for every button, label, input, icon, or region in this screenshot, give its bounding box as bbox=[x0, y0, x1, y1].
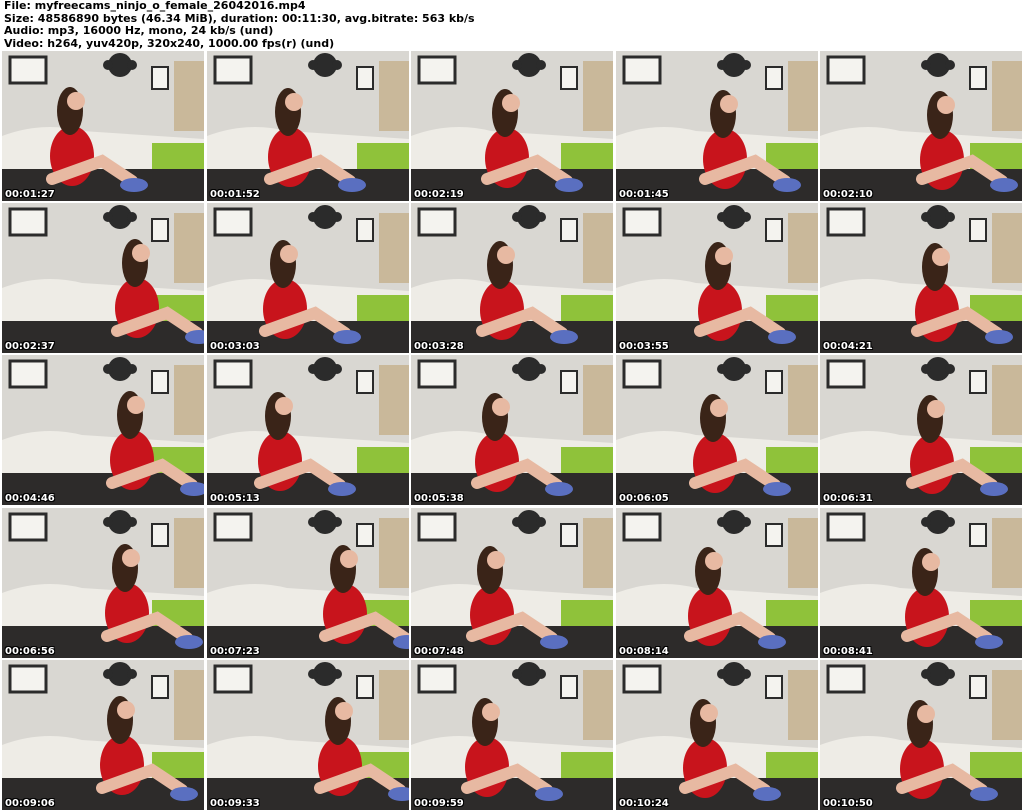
scene-image bbox=[207, 355, 409, 505]
video-thumbnail: 00:10:24 bbox=[616, 660, 818, 810]
video-thumbnail: 00:02:19 bbox=[411, 51, 613, 201]
video-thumbnail: 00:04:21 bbox=[820, 203, 1022, 353]
scene-image bbox=[411, 51, 613, 201]
thumbnail-timestamp: 00:04:46 bbox=[5, 493, 55, 504]
thumbnail-timestamp: 00:02:19 bbox=[414, 189, 464, 200]
video-thumbnail: 00:05:38 bbox=[411, 355, 613, 505]
scene-image bbox=[207, 660, 409, 810]
video-thumbnail: 00:02:37 bbox=[2, 203, 204, 353]
video-thumbnail: 00:04:46 bbox=[2, 355, 204, 505]
scene-image bbox=[411, 355, 613, 505]
thumbnail-timestamp: 00:06:31 bbox=[823, 493, 873, 504]
file-name-line: File: myfreecams_ninjo_o_female_26042016… bbox=[4, 0, 306, 12]
video-thumbnail: 00:03:28 bbox=[411, 203, 613, 353]
file-info-header: File: myfreecams_ninjo_o_female_26042016… bbox=[4, 0, 1020, 50]
video-thumbnail: 00:02:10 bbox=[820, 51, 1022, 201]
thumbnail-timestamp: 00:07:48 bbox=[414, 646, 464, 657]
video-thumbnail: 00:08:41 bbox=[820, 508, 1022, 658]
scene-image bbox=[207, 203, 409, 353]
thumbnail-timestamp: 00:10:50 bbox=[823, 798, 873, 809]
video-thumbnail: 00:06:31 bbox=[820, 355, 1022, 505]
thumbnail-timestamp: 00:08:41 bbox=[823, 646, 873, 657]
video-thumbnail: 00:09:59 bbox=[411, 660, 613, 810]
video-thumbnail: 00:09:06 bbox=[2, 660, 204, 810]
thumbnail-timestamp: 00:02:37 bbox=[5, 341, 55, 352]
thumbnail-timestamp: 00:09:59 bbox=[414, 798, 464, 809]
scene-image bbox=[820, 660, 1022, 810]
scene-image bbox=[411, 660, 613, 810]
thumbnail-timestamp: 00:01:52 bbox=[210, 189, 260, 200]
scene-image bbox=[207, 508, 409, 658]
scene-image bbox=[616, 51, 818, 201]
thumbnail-grid: 00:01:27 00:01:52 00:02:19 00:01:45 00:02:10… bbox=[0, 50, 1024, 811]
thumbnail-timestamp: 00:09:33 bbox=[210, 798, 260, 809]
video-thumbnail: 00:01:45 bbox=[616, 51, 818, 201]
video-info-line: Video: h264, yuv420p, 320x240, 1000.00 f… bbox=[4, 36, 335, 50]
thumbnail-timestamp: 00:06:56 bbox=[5, 646, 55, 657]
video-thumbnail: 00:03:03 bbox=[207, 203, 409, 353]
scene-image bbox=[820, 51, 1022, 201]
thumbnail-timestamp: 00:07:23 bbox=[210, 646, 260, 657]
scene-image bbox=[2, 660, 204, 810]
video-thumbnail: 00:01:52 bbox=[207, 51, 409, 201]
scene-image bbox=[820, 203, 1022, 353]
scene-image bbox=[207, 51, 409, 201]
thumbnail-timestamp: 00:10:24 bbox=[619, 798, 669, 809]
thumbnail-timestamp: 00:08:14 bbox=[619, 646, 669, 657]
thumbnail-timestamp: 00:06:05 bbox=[619, 493, 669, 504]
scene-image bbox=[616, 355, 818, 505]
thumbnail-timestamp: 00:03:03 bbox=[210, 341, 260, 352]
scene-image bbox=[2, 51, 204, 201]
thumbnail-timestamp: 00:05:38 bbox=[414, 493, 464, 504]
thumbnail-timestamp: 00:01:45 bbox=[619, 189, 669, 200]
scene-image bbox=[2, 355, 204, 505]
video-thumbnail: 00:03:55 bbox=[616, 203, 818, 353]
video-thumbnail: 00:10:50 bbox=[820, 660, 1022, 810]
thumbnail-timestamp: 00:02:10 bbox=[823, 189, 873, 200]
video-thumbnail: 00:08:14 bbox=[616, 508, 818, 658]
thumbnail-timestamp: 00:04:21 bbox=[823, 341, 873, 352]
thumbnail-timestamp: 00:01:27 bbox=[5, 189, 55, 200]
scene-image bbox=[616, 508, 818, 658]
scene-image bbox=[820, 355, 1022, 505]
thumbnail-timestamp: 00:03:55 bbox=[619, 341, 669, 352]
thumbnail-timestamp: 00:03:28 bbox=[414, 341, 464, 352]
thumbnail-timestamp: 00:09:06 bbox=[5, 798, 55, 809]
video-thumbnail: 00:05:13 bbox=[207, 355, 409, 505]
video-thumbnail: 00:07:48 bbox=[411, 508, 613, 658]
video-thumbnail: 00:06:56 bbox=[2, 508, 204, 658]
scene-image bbox=[616, 660, 818, 810]
video-thumbnail: 00:06:05 bbox=[616, 355, 818, 505]
scene-image bbox=[411, 508, 613, 658]
scene-image bbox=[2, 203, 204, 353]
scene-image bbox=[411, 203, 613, 353]
scene-image bbox=[820, 508, 1022, 658]
audio-info-line: Audio: mp3, 16000 Hz, mono, 24 kb/s (und… bbox=[4, 24, 274, 37]
video-thumbnail: 00:01:27 bbox=[2, 51, 204, 201]
scene-image bbox=[616, 203, 818, 353]
thumbnail-timestamp: 00:05:13 bbox=[210, 493, 260, 504]
video-thumbnail: 00:09:33 bbox=[207, 660, 409, 810]
scene-image bbox=[2, 508, 204, 658]
video-thumbnail: 00:07:23 bbox=[207, 508, 409, 658]
